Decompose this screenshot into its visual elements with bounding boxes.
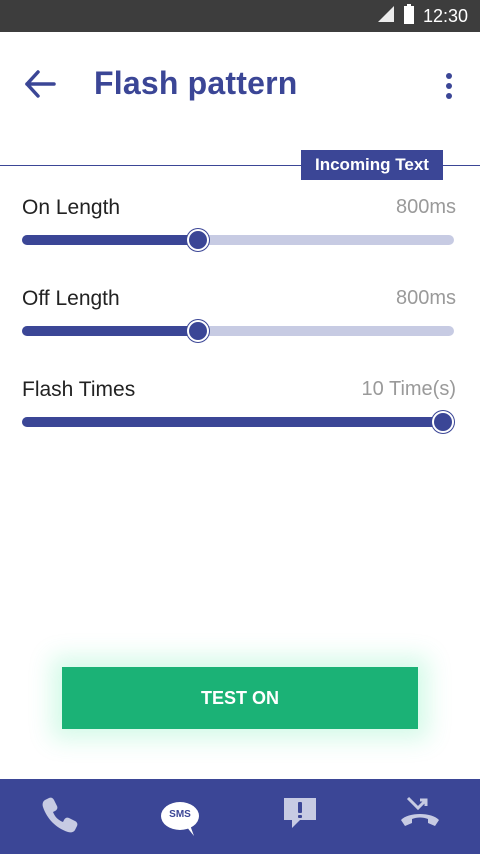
slider-thumb[interactable] [432, 411, 454, 433]
setting-label: On Length [22, 196, 121, 219]
flash-times-slider[interactable] [22, 410, 456, 434]
slider-fill [22, 235, 198, 245]
slider-thumb[interactable] [187, 320, 209, 342]
setting-label: Off Length [22, 287, 120, 310]
nav-missed-calls[interactable] [380, 787, 460, 847]
nav-sms[interactable]: SMS [140, 787, 220, 847]
test-on-button[interactable]: TEST ON [62, 667, 418, 729]
app-bar: Flash pattern [0, 32, 480, 165]
bottom-nav: SMS [0, 779, 480, 854]
status-bar: 12:30 [0, 0, 480, 32]
slider-fill [22, 417, 443, 427]
signal-icon [377, 5, 395, 28]
status-time: 12:30 [422, 5, 468, 26]
battery-icon [403, 3, 415, 29]
on-length-slider[interactable] [22, 228, 456, 252]
off-length-slider[interactable] [22, 319, 456, 343]
setting-value: 10 Time(s) [361, 378, 456, 400]
alert-message-icon [280, 794, 320, 839]
mode-tag: Incoming Text [301, 150, 443, 180]
more-options-button[interactable] [434, 70, 464, 106]
setting-label: Flash Times [22, 378, 136, 401]
slider-fill [22, 326, 198, 336]
arrow-left-icon [24, 69, 56, 103]
setting-value: 800ms [395, 287, 456, 309]
page-title: Flash pattern [94, 65, 298, 101]
nav-calls[interactable] [20, 787, 100, 847]
nav-alerts[interactable] [260, 787, 340, 847]
setting-value: 800ms [395, 196, 456, 218]
back-button[interactable] [20, 66, 60, 106]
more-vert-icon [445, 72, 453, 104]
missed-call-icon [398, 794, 442, 839]
slider-thumb[interactable] [187, 229, 209, 251]
status-icons: 12:30 [377, 0, 468, 32]
sms-icon: SMS [160, 800, 200, 836]
sms-icon-label: SMS [169, 808, 191, 820]
phone-icon [40, 794, 80, 839]
